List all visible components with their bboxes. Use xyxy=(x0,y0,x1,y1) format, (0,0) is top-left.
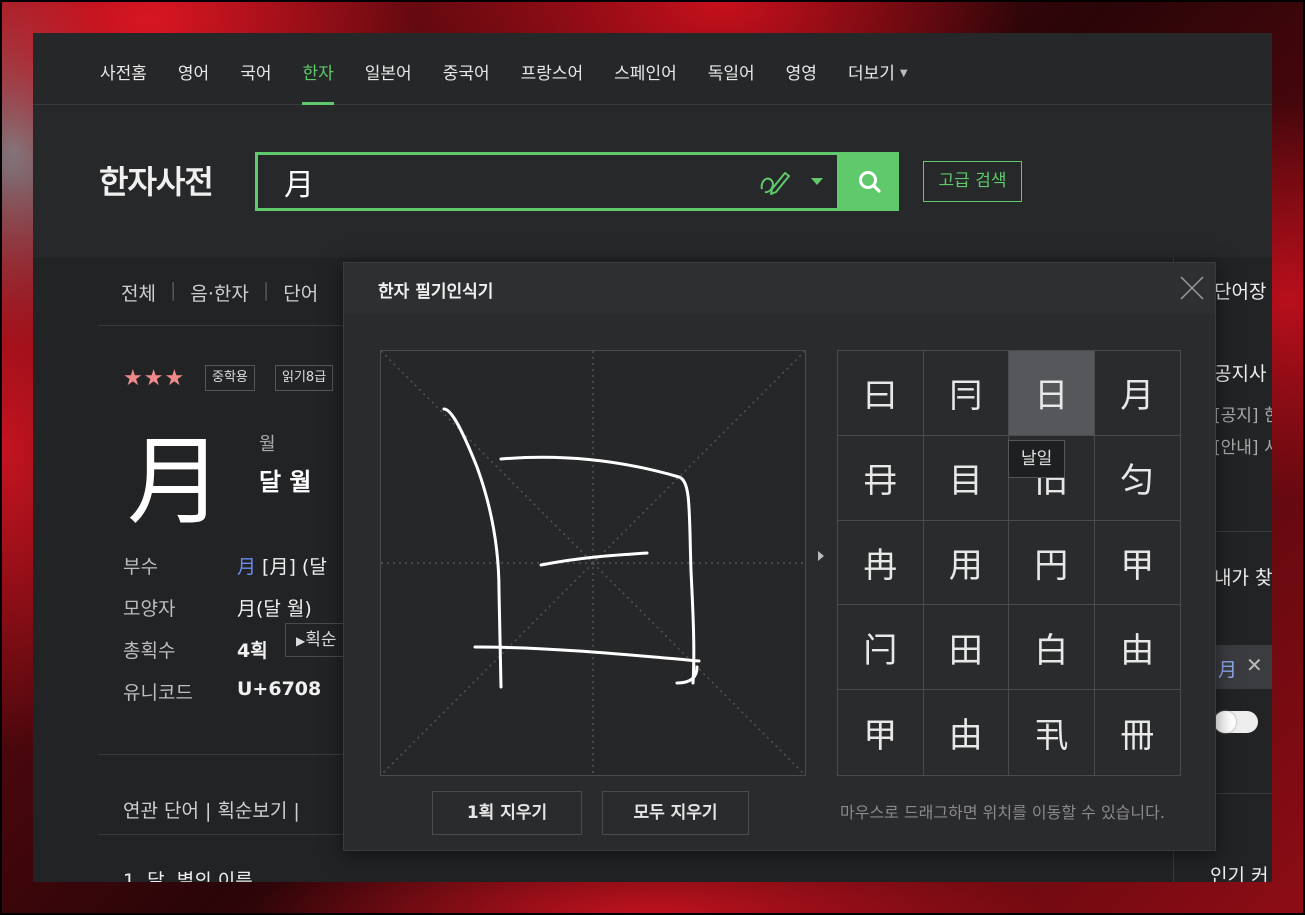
candidate-cell[interactable]: 由 xyxy=(1094,605,1180,691)
nav-item-hanja[interactable]: 한자 xyxy=(302,33,335,105)
recent-search-title: 내가 찾 xyxy=(1214,567,1272,589)
info-value-strokes: 4획 xyxy=(237,640,268,662)
popup-title: 한자 필기인식기 xyxy=(378,282,494,302)
candidate-cell[interactable]: 目 xyxy=(923,435,1009,521)
top-nav: 사전홈 영어 국어 한자 일본어 중국어 프랑스어 스페인어 독일어 영영 더보… xyxy=(33,33,1272,105)
candidate-cell[interactable]: 匀 xyxy=(1094,436,1180,521)
clear-one-stroke-button[interactable]: 1획 지우기 xyxy=(432,791,582,835)
candidate-cell[interactable]: 田 xyxy=(923,605,1009,691)
wordbook-link[interactable]: 단어장 xyxy=(1214,277,1266,304)
subtab-separator: | xyxy=(262,279,270,301)
recent-chip-label: 月 xyxy=(1218,659,1238,681)
info-value-shape: 月(달 월) xyxy=(237,598,312,620)
play-icon: ▶ xyxy=(296,634,306,648)
result-subtabs: 전체 | 음·한자 | 단어 xyxy=(121,279,318,306)
subtab-word[interactable]: 단어 xyxy=(283,279,318,306)
candidate-cell[interactable]: 闩 xyxy=(838,605,924,691)
caret-down-icon: ▼ xyxy=(899,68,908,79)
info-value-unicode: U+6708 xyxy=(237,678,322,700)
meaning-item: 1. 달, 별의 이름 xyxy=(123,870,253,882)
canvas-drawing xyxy=(380,350,806,776)
candidate-cell[interactable]: 月 xyxy=(1094,351,1180,436)
subtab-all[interactable]: 전체 xyxy=(121,279,156,306)
search-button[interactable] xyxy=(840,152,899,211)
candidate-cell[interactable]: 由 xyxy=(924,690,1009,775)
candidate-cell[interactable]: 甲 xyxy=(1094,521,1180,606)
importance-stars: ★★★ xyxy=(123,366,186,391)
candidate-cell[interactable]: 冉 xyxy=(838,520,924,606)
entry-sound: 월 xyxy=(259,434,276,455)
nav-item-japanese[interactable]: 일본어 xyxy=(365,33,412,105)
search-box xyxy=(255,152,840,211)
info-label-shape: 모양자 xyxy=(123,598,176,620)
info-label-unicode: 유니코드 xyxy=(123,682,193,704)
nav-item-home[interactable]: 사전홈 xyxy=(100,33,147,105)
nav-more-label: 더보기 xyxy=(847,64,895,84)
input-dropdown-icon[interactable] xyxy=(811,178,823,185)
popup-header[interactable]: 한자 필기인식기 xyxy=(344,263,1215,314)
candidate-cell[interactable]: 甲 xyxy=(838,690,924,775)
clear-all-button[interactable]: 모두 지우기 xyxy=(602,791,749,835)
stroke-order-label: 획순 xyxy=(305,630,337,650)
nav-item-english[interactable]: 영어 xyxy=(178,33,209,105)
close-icon[interactable]: ✕ xyxy=(1246,653,1263,677)
handwriting-canvas[interactable] xyxy=(380,350,806,776)
save-history-toggle[interactable] xyxy=(1214,711,1258,733)
entry-section-tabs[interactable]: 연관 단어 | 획순보기 | xyxy=(123,796,300,823)
nav-item-french[interactable]: 프랑스어 xyxy=(521,33,584,105)
candidate-cell[interactable]: 白 xyxy=(1009,605,1095,691)
handwriting-recognizer-popup[interactable]: 한자 필기인식기 曰 冃 日 月 冄 目 旧 匀 冉 用 円 甲 闩 田 白 由… xyxy=(343,262,1216,851)
search-icon xyxy=(858,170,881,193)
info-label-strokes: 총획수 xyxy=(123,640,176,662)
search-header: 한자사전 고급 검색 xyxy=(33,105,1272,257)
close-icon[interactable] xyxy=(1177,273,1207,303)
section-divider xyxy=(99,754,369,755)
radical-text: [月] (달 xyxy=(256,556,327,578)
candidate-cell[interactable]: 日 xyxy=(1009,351,1095,436)
entry-panel: ★★★ 중학용 읽기8급 月 월 달 월 부수 月 [月] (달 모양자 月(달… xyxy=(99,325,369,882)
dictionary-title: 한자사전 xyxy=(99,163,214,201)
subtab-separator: | xyxy=(169,279,177,301)
candidate-cell[interactable]: 丮 xyxy=(1009,690,1095,775)
advanced-search-button[interactable]: 고급 검색 xyxy=(923,161,1022,202)
nav-item-english-english[interactable]: 영영 xyxy=(786,33,817,105)
section-divider xyxy=(99,834,369,835)
nav-item-spanish[interactable]: 스페인어 xyxy=(614,33,677,105)
info-value-radical: 月 [月] (달 xyxy=(237,552,327,579)
notice-item-2[interactable]: [안내] 서 xyxy=(1214,433,1272,458)
candidate-cell[interactable]: 冄 xyxy=(838,435,924,521)
candidate-cell[interactable]: 用 xyxy=(923,520,1009,606)
candidate-cell[interactable]: 冊 xyxy=(1095,690,1181,775)
info-label-radical: 부수 xyxy=(123,556,158,578)
candidate-cell[interactable]: 冃 xyxy=(923,351,1009,436)
entry-meaning-sound: 달 월 xyxy=(259,468,312,496)
popular-title: 인기 커 xyxy=(1210,865,1269,882)
notice-title: 공지사 xyxy=(1214,363,1267,385)
nav-item-korean[interactable]: 국어 xyxy=(240,33,271,105)
candidate-cell[interactable]: 円 xyxy=(1009,520,1095,606)
subtab-sound-hanja[interactable]: 음·한자 xyxy=(190,279,248,306)
badge-level: 중학용 xyxy=(205,365,255,391)
badge-reading-grade: 읽기8급 xyxy=(275,365,334,391)
stroke-order-button[interactable]: ▶획순 xyxy=(285,623,345,657)
nav-item-more[interactable]: 더보기 ▼ xyxy=(848,33,908,105)
notice-item-1[interactable]: [공지] 한 xyxy=(1214,401,1272,426)
handwriting-pen-icon[interactable] xyxy=(758,167,792,197)
search-input[interactable] xyxy=(284,157,744,207)
candidate-tooltip: 날일 xyxy=(1008,440,1066,478)
candidate-cell[interactable]: 曰 xyxy=(838,351,924,436)
entry-hanja: 月 xyxy=(127,426,223,538)
candidate-grid: 曰 冃 日 月 冄 目 旧 匀 冉 用 円 甲 闩 田 白 由 甲 由 丮 冊 xyxy=(837,350,1181,776)
nav-item-german[interactable]: 독일어 xyxy=(708,33,755,105)
drag-hint: 마우스로 드래그하면 위치를 이동할 수 있습니다. xyxy=(840,803,1165,822)
nav-item-chinese[interactable]: 중국어 xyxy=(443,33,490,105)
arrow-right-icon xyxy=(818,551,824,561)
radical-link[interactable]: 月 xyxy=(237,556,256,578)
